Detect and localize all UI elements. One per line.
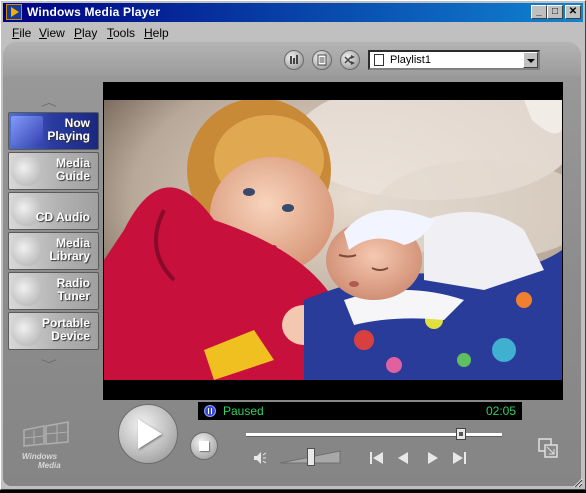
portable-device-graphic [11, 316, 43, 346]
playlist-doc-icon [374, 54, 384, 66]
shuffle-icon [341, 51, 359, 69]
equalizer-button[interactable] [284, 50, 304, 70]
shuffle-button[interactable] [340, 50, 360, 70]
resize-grip[interactable] [571, 475, 583, 487]
media-guide-graphic [11, 156, 43, 186]
next-track-button[interactable] [450, 449, 468, 467]
speaker-icon [252, 450, 268, 466]
nav-media-guide[interactable]: Media Guide [8, 152, 99, 190]
compact-mode-button[interactable] [536, 436, 560, 460]
nav-scroll-up-icon[interactable]: ︿ [41, 94, 57, 109]
video-frame-image [104, 100, 562, 380]
video-picture [104, 100, 562, 380]
nav-radio-tuner[interactable]: Radio Tuner [8, 272, 99, 310]
video-display[interactable] [103, 82, 563, 400]
stop-button[interactable] [190, 432, 218, 460]
menu-bar: File View Play Tools Help [3, 23, 583, 42]
now-playing-graphic [11, 116, 43, 146]
playlist-selected-value: Playlist1 [390, 54, 431, 66]
fast-forward-button[interactable] [424, 449, 442, 467]
nav-label: Media Library [49, 237, 90, 263]
window-title: Windows Media Player [27, 5, 160, 19]
app-icon [6, 4, 22, 20]
maximize-button[interactable]: □ [547, 5, 563, 19]
nav-label: CD Audio [36, 211, 90, 224]
fast-forward-icon [424, 449, 442, 467]
previous-track-button[interactable] [368, 449, 386, 467]
status-text: Paused [223, 404, 264, 418]
play-button[interactable] [118, 404, 178, 464]
minimize-button[interactable]: _ [531, 5, 547, 19]
rewind-button[interactable] [394, 449, 412, 467]
nav-label: Media Guide [56, 157, 90, 183]
seek-thumb[interactable] [456, 428, 466, 440]
resize-grip-icon [571, 476, 583, 488]
menu-file[interactable]: File [12, 26, 31, 40]
equalizer-icon [285, 51, 303, 69]
nav-media-library[interactable]: Media Library [8, 232, 99, 270]
compact-mode-icon [536, 436, 560, 460]
media-info-icon [313, 51, 331, 69]
menu-tools[interactable]: Tools [107, 26, 135, 40]
close-button[interactable]: ✕ [565, 5, 581, 19]
title-bar[interactable]: Windows Media Player _ □ ✕ [3, 3, 583, 22]
media-info-button[interactable] [312, 50, 332, 70]
rewind-icon [394, 449, 412, 467]
chevron-down-icon[interactable] [523, 52, 538, 68]
nav-now-playing[interactable]: Now Playing [8, 112, 99, 150]
pause-status-icon [204, 405, 216, 417]
menu-view[interactable]: View [39, 26, 65, 40]
nav-cd-audio[interactable]: CD Audio [8, 192, 99, 230]
playlist-dropdown[interactable]: Playlist1 [368, 50, 540, 70]
nav-label: Portable Device [42, 317, 90, 343]
skip-back-icon [368, 449, 386, 467]
menu-help[interactable]: Help [144, 26, 169, 40]
menu-play[interactable]: Play [74, 26, 97, 40]
nav-scroll-down-icon[interactable]: ﹀ [41, 356, 57, 371]
logo-text: WindowsMedia [22, 452, 61, 470]
elapsed-time: 02:05 [486, 404, 516, 418]
nav-label: Radio Tuner [57, 277, 90, 303]
volume-thumb[interactable] [307, 448, 315, 466]
nav-label: Now Playing [47, 117, 90, 143]
skip-forward-icon [450, 449, 468, 467]
status-bar: Paused 02:05 [198, 402, 522, 420]
radio-tuner-graphic [11, 276, 43, 306]
media-library-graphic [11, 236, 43, 266]
nav-portable-device[interactable]: Portable Device [8, 312, 99, 350]
mute-button[interactable] [252, 450, 268, 466]
